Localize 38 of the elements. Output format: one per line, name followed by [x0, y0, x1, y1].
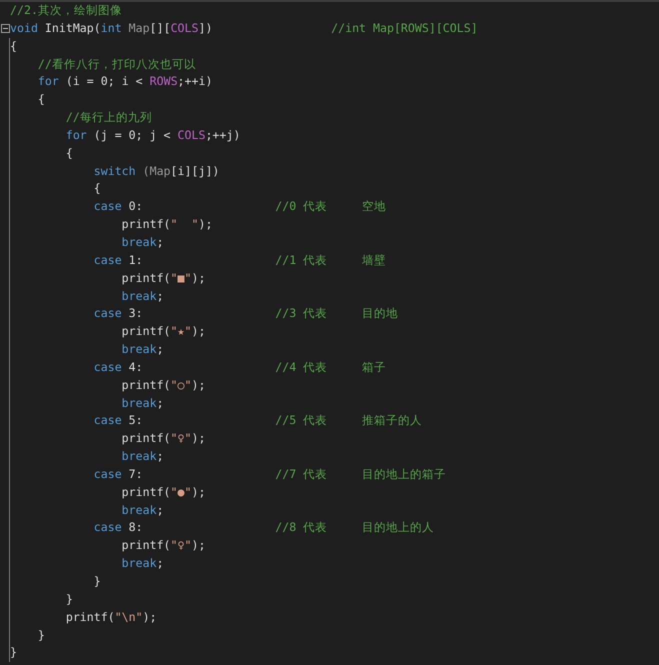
code-line: }: [64, 590, 74, 608]
code-line: printf("●");: [120, 484, 206, 501]
code-line: printf("\n");: [64, 608, 158, 626]
code-line: printf("★");: [120, 323, 206, 340]
code-line: break;: [120, 555, 165, 572]
code-line: switch (Map[i][j]): [92, 162, 220, 180]
code-line: for (j = 0; j < COLS;++j): [64, 126, 242, 144]
code-line: printf("■");: [120, 270, 206, 287]
code-line: void InitMap(int Map[][COLS]) //int Map[ROWS][COLS]: [10, 20, 478, 37]
code-line: break;: [120, 394, 165, 412]
code-line: {: [92, 180, 102, 198]
code-line: case 5: //5 代表 推箱子的人: [92, 412, 424, 430]
code-line: {: [64, 144, 74, 162]
code-line: {: [36, 91, 46, 108]
code-line: case 1: //1 代表 墙壁: [92, 252, 388, 269]
code-line: break;: [120, 502, 165, 519]
code-line: break;: [120, 234, 165, 251]
code-line: case 4: //4 代表 箱子: [92, 358, 388, 376]
code-line: printf("○");: [120, 376, 206, 394]
code-line: {: [10, 38, 18, 55]
code-line: case 3: //3 代表 目的地: [92, 305, 400, 322]
code-line: break;: [120, 288, 165, 304]
code-line: }: [92, 573, 102, 590]
code-line: case 8: //8 代表 目的地上的人: [92, 519, 436, 536]
code-line: //每行上的九列: [64, 109, 153, 126]
code-line: //看作八行，打印八次也可以: [36, 56, 197, 73]
code-line: printf("♀");: [120, 430, 206, 448]
code-line: }: [10, 644, 18, 662]
code-line: }: [36, 626, 46, 644]
code-line: break;: [120, 341, 165, 358]
code-line: break;: [120, 448, 165, 466]
collapse-icon[interactable]: [0, 24, 10, 34]
code-line: printf(" ");: [120, 216, 214, 234]
code-line: printf("♀");: [120, 537, 206, 554]
code-line: case 0: //0 代表 空地: [92, 198, 388, 216]
code-line: //2.其次，绘制图像: [10, 2, 123, 19]
code-line: case 7: //7 代表 目的地上的箱子: [92, 466, 448, 483]
code-line: for (i = 0; i < ROWS;++i): [36, 73, 214, 90]
